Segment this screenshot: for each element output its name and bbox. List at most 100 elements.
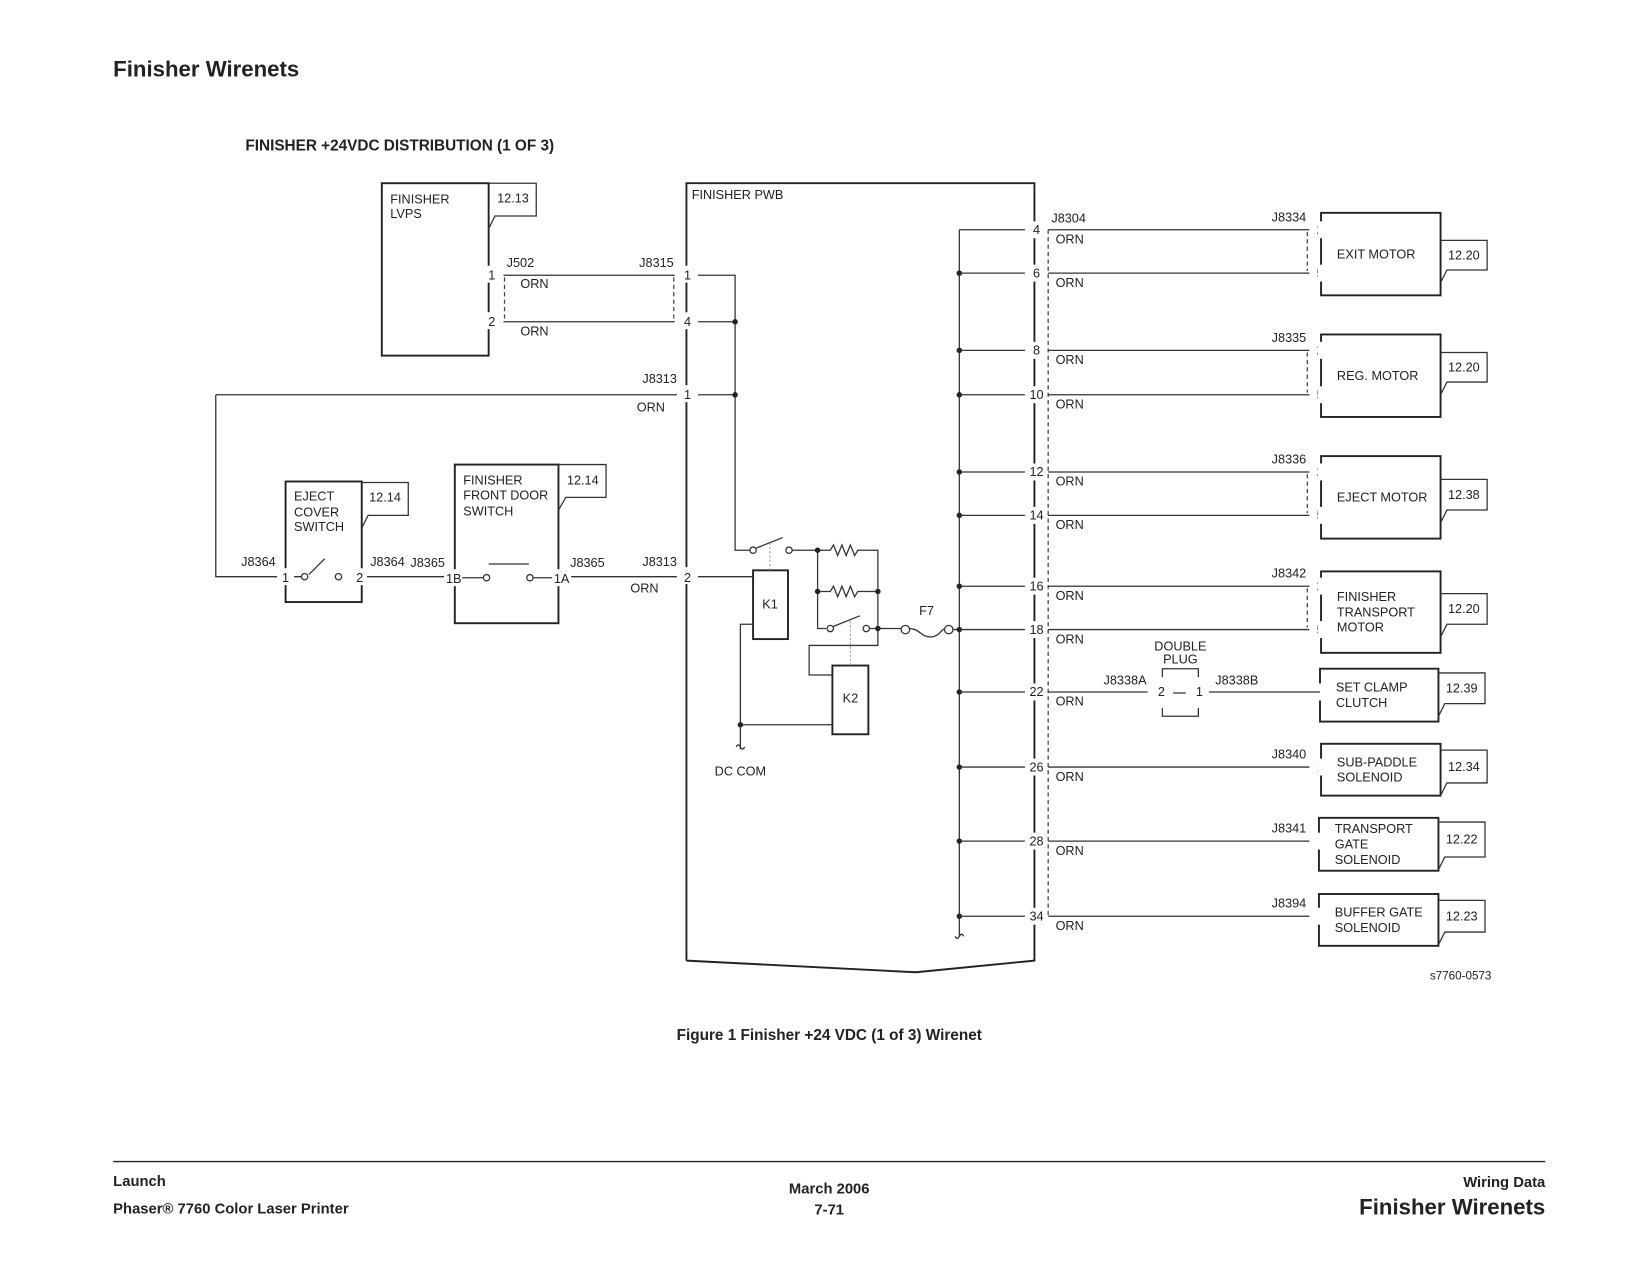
- eject-cover-switch-ref: 12.14: [369, 491, 401, 505]
- load-connector-label: J8394: [1272, 897, 1307, 911]
- switch-pin: 1A: [554, 572, 570, 586]
- load-label: BUFFER GATE: [1335, 905, 1423, 919]
- load-label: FINISHER: [1337, 590, 1396, 604]
- load-label: EJECT MOTOR: [1337, 491, 1427, 505]
- pwb-pin: 16: [1029, 579, 1043, 593]
- pwb-pin: 4: [1033, 223, 1040, 237]
- front-door-switch-label: FRONT DOOR: [463, 488, 548, 502]
- load-circuit: 28ORN2J834112.22TRANSPORTGATESOLENOID: [956, 816, 1486, 872]
- load-label: MOTOR: [1337, 621, 1384, 635]
- pwb-outline: [685, 182, 1036, 974]
- load-label: CLUTCH: [1336, 696, 1387, 710]
- pwb-pin: 26: [1029, 760, 1043, 774]
- load-ref: 12.23: [1446, 909, 1478, 923]
- j8365-label: J8365: [570, 556, 605, 570]
- pwb-pin: 28: [1029, 834, 1043, 848]
- wire-color: ORN: [1056, 589, 1084, 603]
- j8313-label: J8313: [642, 555, 677, 569]
- wire-color: ORN: [1056, 276, 1084, 290]
- switch-contact: [294, 558, 326, 578]
- load-ref: 12.20: [1448, 360, 1480, 374]
- switch-contact: [462, 563, 553, 579]
- pwb-label: FINISHER PWB: [692, 188, 784, 202]
- load-connector-label: J8335: [1272, 331, 1307, 345]
- j8313-label: J8313: [642, 372, 677, 386]
- fuse-label: F7: [919, 604, 934, 618]
- wirenet-page: Finisher Wirenets FINISHER +24VDC DISTRI…: [113, 56, 1546, 1219]
- switch-pin: 1: [282, 571, 289, 585]
- wire-color: ORN: [1056, 353, 1084, 367]
- pwb-pin: 34: [1029, 909, 1043, 923]
- load-ref: 12.20: [1448, 602, 1480, 616]
- load-label: REG. MOTOR: [1337, 369, 1419, 383]
- load-circuit: 34ORN2J839412.23BUFFER GATESOLENOID: [956, 893, 1486, 947]
- front-door-switch-label: FINISHER: [463, 474, 522, 488]
- pwb-pin: 14: [1029, 509, 1043, 523]
- front-door-switch-label: SWITCH: [463, 504, 513, 518]
- eject-cover-switch-label: COVER: [294, 505, 339, 519]
- load-label: TRANSPORT: [1335, 822, 1413, 836]
- load-ref: 12.22: [1446, 833, 1478, 847]
- pwb-pin: 6: [1033, 266, 1040, 280]
- load-label: TRANSPORT: [1337, 605, 1415, 619]
- footer-center-bottom: 7-71: [814, 1202, 844, 1218]
- pwb-pin: 2: [684, 571, 691, 585]
- wire-color: ORN: [520, 277, 548, 291]
- load-label: SOLENOID: [1337, 771, 1403, 785]
- j8304-label: J8304: [1051, 211, 1086, 225]
- relay-coupling: [769, 542, 851, 666]
- wire-color: ORN: [1056, 398, 1084, 412]
- load-circuit: 4ORN26ORN5J833412.20EXIT MOTOR: [956, 210, 1488, 297]
- figure-id: s7760-0573: [1430, 970, 1491, 983]
- pwb-pin: 22: [1029, 685, 1043, 699]
- eject-cover-switch-label: EJECT: [294, 490, 334, 504]
- pwb-pin: 12: [1029, 465, 1043, 479]
- wiring-diagram: FINISHER PWB 12.13 FINISHER LVPS 1 2 J50…: [215, 182, 1491, 983]
- footer-center-top: March 2006: [789, 1181, 870, 1197]
- pwb-pin: 10: [1029, 388, 1043, 402]
- j8315-label: J8315: [639, 256, 674, 270]
- j8338b-label: J8338B: [1215, 674, 1258, 688]
- wire-color: ORN: [1056, 770, 1084, 784]
- pwb-pin: 18: [1029, 623, 1043, 637]
- j8364-label: J8364: [370, 555, 405, 569]
- load-label: EXIT MOTOR: [1337, 247, 1415, 261]
- load-label: SUB-PADDLE: [1337, 755, 1417, 769]
- wire-color: ORN: [1056, 518, 1084, 532]
- lvps-pin: 2: [488, 315, 495, 329]
- pwb-pin: 8: [1033, 344, 1040, 358]
- wire-color: ORN: [1056, 632, 1084, 646]
- lvps-label: LVPS: [390, 207, 422, 221]
- double-plug-label: PLUG: [1163, 652, 1198, 666]
- eject-cover-switch-label: SWITCH: [294, 520, 344, 534]
- load-connector-label: J8340: [1272, 748, 1307, 762]
- switch-pin: 2: [356, 571, 363, 585]
- pwb-pin: 1: [684, 268, 691, 282]
- footer-left-top: Launch: [113, 1174, 166, 1190]
- load-label: SOLENOID: [1335, 853, 1401, 867]
- dc-com-label: DC COM: [715, 765, 766, 779]
- load-label: SOLENOID: [1335, 921, 1401, 935]
- wire-color: ORN: [1056, 844, 1084, 858]
- load-ref: 12.34: [1448, 760, 1480, 774]
- eject-cover-switch-ref-callout: [361, 481, 409, 529]
- relay-k1-label: K1: [762, 597, 778, 611]
- lvps-ref: 12.13: [497, 191, 529, 205]
- j8365-label: J8365: [410, 556, 445, 570]
- lvps-label: FINISHER: [390, 192, 449, 206]
- front-door-switch-ref: 12.14: [567, 474, 599, 488]
- double-plug-pin: 1: [1196, 685, 1203, 699]
- j502-label: J502: [507, 256, 535, 270]
- wire-color: ORN: [637, 401, 665, 415]
- footer-right-top: Wiring Data: [1463, 1175, 1546, 1191]
- relay-k2-label: K2: [843, 692, 859, 706]
- load-circuit: 26ORN1J834012.34SUB-PADDLESOLENOID: [956, 742, 1488, 797]
- load-ref: 12.20: [1448, 248, 1480, 262]
- load-label: GATE: [1335, 838, 1369, 852]
- figure-caption: Figure 1 Finisher +24 VDC (1 of 3) Wiren…: [677, 1027, 982, 1044]
- wire-color: ORN: [630, 582, 658, 596]
- load-label: SET CLAMP: [1336, 681, 1408, 695]
- lvps-pin: 1: [488, 268, 495, 282]
- load-connector-label: J8342: [1272, 567, 1307, 581]
- lvps-ref-callout: [488, 182, 537, 229]
